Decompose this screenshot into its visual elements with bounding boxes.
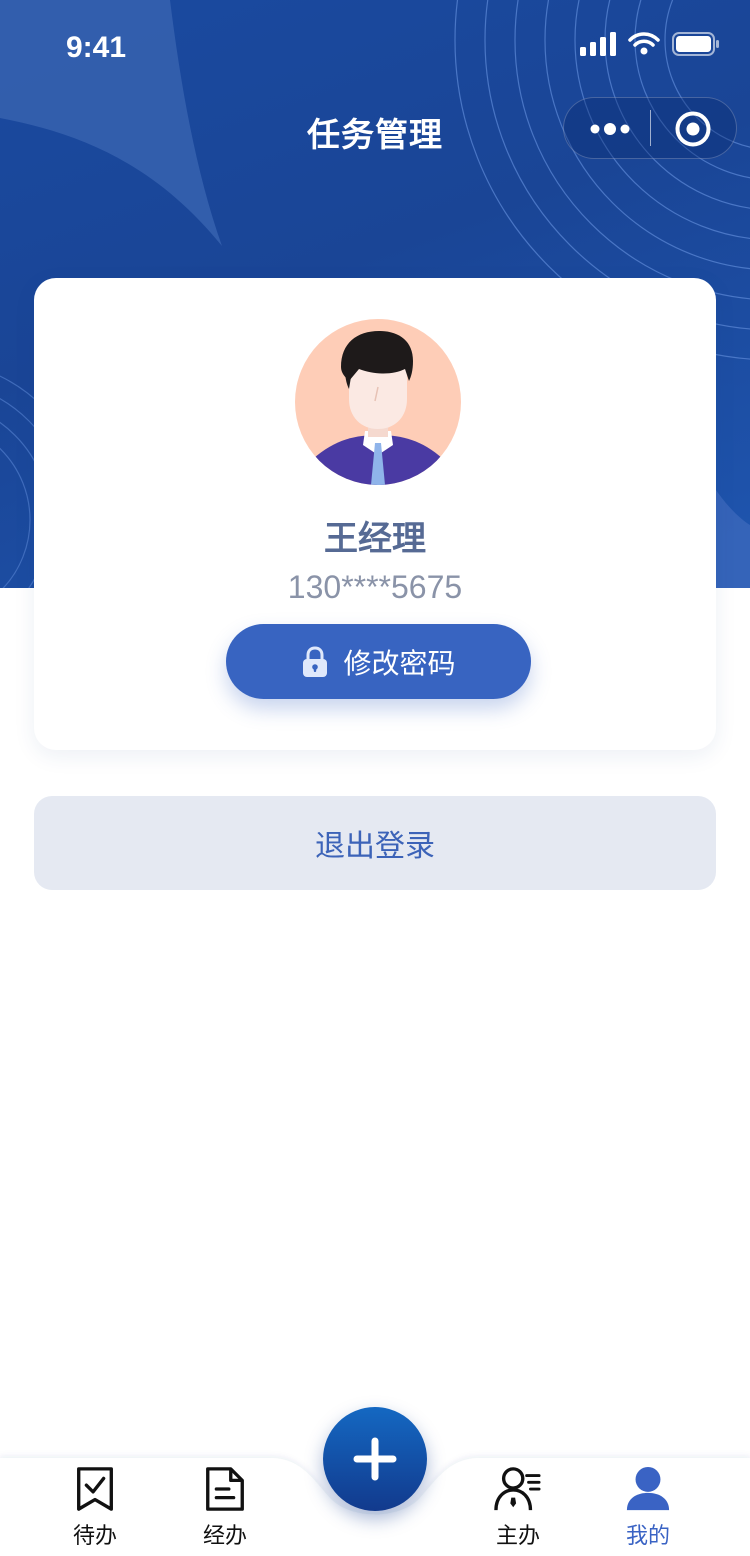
miniprogram-capsule bbox=[563, 97, 737, 159]
logout-button[interactable]: 退出登录 bbox=[34, 796, 716, 890]
tab-mine[interactable]: 我的 bbox=[598, 1466, 698, 1550]
status-time: 9:41 bbox=[66, 31, 127, 64]
tab-host[interactable]: 主办 bbox=[468, 1466, 568, 1550]
signal-icon bbox=[580, 32, 616, 56]
tab-bar: 待办 经办 主办 我的 bbox=[0, 1400, 750, 1556]
battery-icon bbox=[672, 32, 719, 56]
add-task-button[interactable] bbox=[323, 1407, 427, 1511]
tab-handled[interactable]: 经办 bbox=[175, 1466, 275, 1550]
document-icon bbox=[206, 1467, 244, 1511]
bookmark-check-icon bbox=[77, 1467, 113, 1511]
person-list-icon bbox=[494, 1467, 541, 1511]
lock-icon bbox=[303, 645, 328, 677]
capsule-divider bbox=[650, 110, 651, 146]
tab-handled-label: 经办 bbox=[202, 1524, 247, 1549]
tab-mine-label: 我的 bbox=[625, 1524, 670, 1549]
profile-card: 王经理 130****5675 修改密码 bbox=[34, 278, 716, 750]
user-phone: 130****5675 bbox=[287, 569, 463, 605]
wifi-icon bbox=[628, 32, 660, 55]
close-target-icon[interactable] bbox=[674, 110, 712, 148]
user-icon bbox=[626, 1466, 670, 1511]
avatar bbox=[295, 319, 461, 485]
tab-host-label: 主办 bbox=[495, 1524, 540, 1549]
status-bar: 9:41 bbox=[0, 0, 750, 96]
avatar-illustration bbox=[311, 331, 445, 485]
tab-todo-label: 待办 bbox=[72, 1524, 117, 1549]
change-password-button[interactable]: 修改密码 bbox=[226, 624, 531, 699]
more-icon[interactable] bbox=[590, 120, 630, 138]
tab-todo[interactable]: 待办 bbox=[45, 1466, 145, 1550]
user-name: 王经理 bbox=[324, 519, 426, 559]
change-password-label: 修改密码 bbox=[343, 646, 456, 680]
plus-icon bbox=[353, 1437, 397, 1481]
